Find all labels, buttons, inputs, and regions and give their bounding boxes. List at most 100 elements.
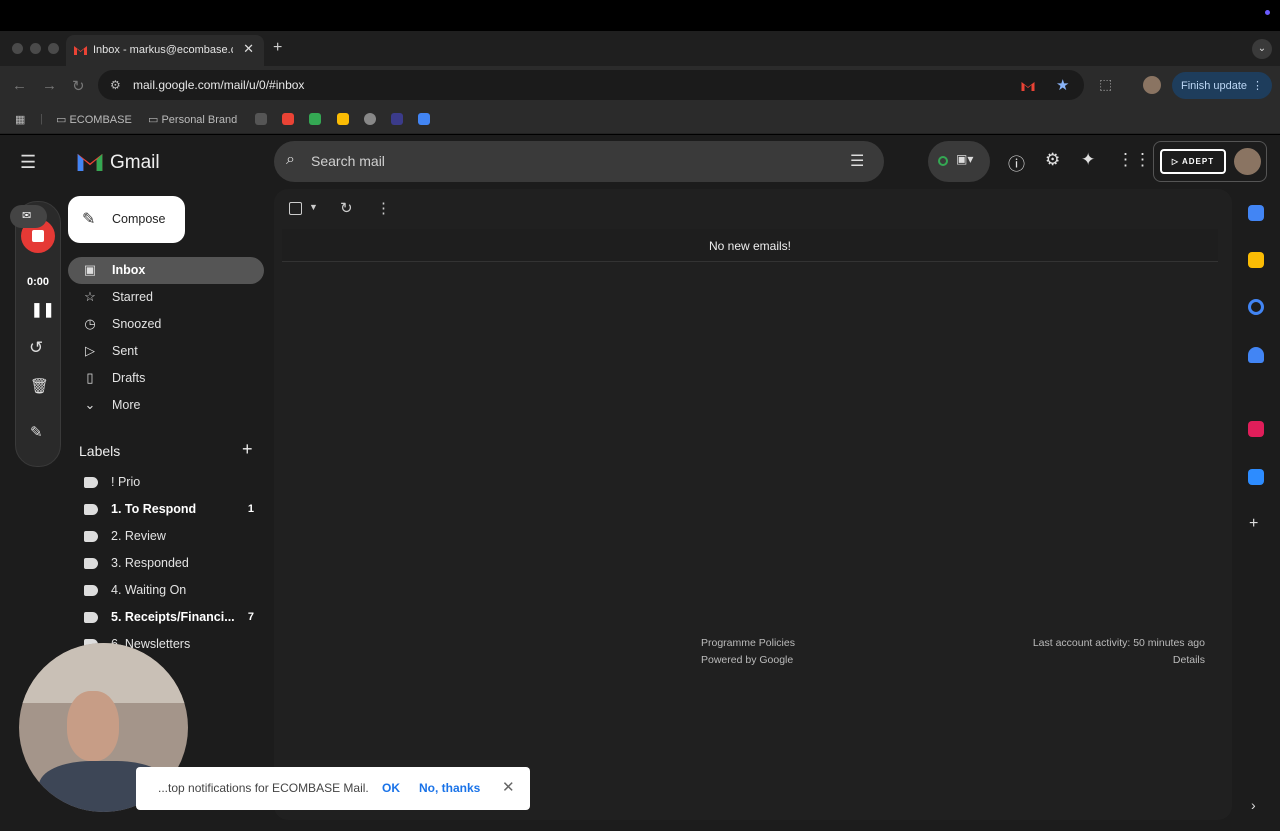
nav-drafts[interactable]: ▯ Drafts bbox=[68, 365, 264, 392]
notification-ok-button[interactable]: OK bbox=[382, 781, 400, 795]
bookmark-icon-7[interactable] bbox=[418, 113, 430, 125]
browser-tab-bar: Inbox - markus@ecombase.c ✕ + ⌄ bbox=[0, 31, 1280, 66]
mail-icon: ✉ bbox=[22, 210, 32, 222]
search-bar[interactable]: ⌕ Search mail ☰ bbox=[274, 141, 884, 182]
account-avatar[interactable] bbox=[1234, 148, 1261, 175]
gmail-app: ☰ Gmail ⌕ Search mail ☰ ▣▾ ⓘ ⚙ ✦ ⋮⋮ ▷ AD… bbox=[0, 135, 1280, 831]
nav-label: Snoozed bbox=[112, 317, 162, 331]
tab-search-icon[interactable]: ⌄ bbox=[1252, 39, 1272, 59]
site-info-icon[interactable]: ⚙ bbox=[110, 78, 121, 92]
gmail-extension-icon[interactable] bbox=[1021, 81, 1035, 91]
programme-policies-link[interactable]: Programme Policies bbox=[701, 637, 795, 649]
contacts-icon[interactable] bbox=[1248, 347, 1264, 363]
bookmark-ecombase[interactable]: ▭ ECOMBASE bbox=[56, 113, 132, 126]
window-minimize-dot[interactable] bbox=[30, 43, 41, 54]
label-item[interactable]: 3. Responded bbox=[80, 553, 260, 575]
details-link[interactable]: Details bbox=[1173, 654, 1205, 666]
profile-avatar[interactable] bbox=[1143, 76, 1161, 94]
label-item[interactable]: ! Prio bbox=[80, 472, 260, 494]
annotate-icon[interactable]: ✎ bbox=[30, 423, 43, 441]
address-bar[interactable]: ⚙ mail.google.com/mail/u/0/#inbox ★ bbox=[98, 70, 1084, 100]
label-count: 1 bbox=[247, 503, 254, 515]
browser-toolbar: ← → ↻ ⚙ mail.google.com/mail/u/0/#inbox … bbox=[0, 66, 1280, 105]
bookmark-star-icon[interactable]: ★ bbox=[1056, 76, 1069, 94]
gmail-logo-icon[interactable] bbox=[77, 152, 103, 171]
main-menu-icon[interactable]: ☰ bbox=[20, 152, 36, 173]
help-icon[interactable]: ⓘ bbox=[1008, 150, 1025, 175]
extensions-icon[interactable]: ⬚ bbox=[1099, 76, 1112, 93]
tab-close-icon[interactable]: ✕ bbox=[243, 41, 254, 57]
search-icon[interactable]: ⌕ bbox=[286, 151, 295, 169]
window-zoom-dot[interactable] bbox=[48, 43, 59, 54]
search-options-icon[interactable]: ☰ bbox=[850, 151, 864, 171]
tasks-icon[interactable] bbox=[1248, 299, 1264, 315]
nav-snoozed[interactable]: ◷ Snoozed bbox=[68, 311, 264, 338]
bookmark-gmail-icon[interactable] bbox=[282, 113, 294, 125]
stop-icon bbox=[32, 230, 44, 242]
bookmark-drive-icon[interactable] bbox=[337, 113, 349, 125]
clock-icon: ◷ bbox=[84, 316, 96, 331]
nav-inbox[interactable]: ▣ Inbox bbox=[68, 257, 264, 284]
back-icon[interactable]: ← bbox=[12, 77, 27, 94]
bookmark-icon-6[interactable] bbox=[391, 113, 403, 125]
label-name: 5. Receipts/Financi... bbox=[111, 610, 235, 624]
slack-icon[interactable] bbox=[1248, 421, 1264, 437]
label-tag-icon bbox=[84, 612, 98, 623]
nav-starred[interactable]: ☆ Starred bbox=[68, 284, 264, 311]
label-item[interactable]: 2. Review bbox=[80, 526, 260, 548]
add-addon-icon[interactable]: + bbox=[1249, 515, 1258, 533]
zoom-icon[interactable] bbox=[1248, 469, 1264, 485]
bookmark-icon-1[interactable] bbox=[255, 113, 267, 125]
settings-gear-icon[interactable]: ⚙ bbox=[1045, 150, 1060, 170]
compose-button[interactable]: ✎ Compose bbox=[68, 196, 185, 243]
screen-top-bar bbox=[0, 0, 1280, 31]
bookmarks-bar: ▦ | ▭ ECOMBASE ▭ Personal Brand bbox=[0, 105, 1280, 134]
nav-more[interactable]: ⌄ More bbox=[68, 392, 264, 419]
keep-icon[interactable] bbox=[1248, 252, 1264, 268]
bookmark-icon-5[interactable] bbox=[364, 113, 376, 125]
label-item[interactable]: 5. Receipts/Financi... 7 bbox=[80, 607, 260, 629]
finish-update-label: Finish update bbox=[1181, 80, 1248, 92]
more-options-icon[interactable]: ⋮ bbox=[376, 199, 391, 217]
gmail-logo-text: Gmail bbox=[110, 152, 160, 173]
label-tag-icon bbox=[84, 504, 98, 515]
recorder-mail-indicator[interactable]: ✉ bbox=[10, 205, 47, 228]
window-close-dot[interactable] bbox=[12, 43, 23, 54]
empty-inbox-row: No new emails! bbox=[282, 229, 1218, 262]
refresh-icon[interactable]: ↻ bbox=[340, 199, 353, 217]
label-name: ! Prio bbox=[111, 475, 141, 489]
new-tab-icon[interactable]: + bbox=[273, 39, 282, 57]
account-box[interactable]: ▷ ADEPT bbox=[1153, 141, 1267, 182]
label-item[interactable]: 4. Waiting On bbox=[80, 580, 260, 602]
url-text: mail.google.com/mail/u/0/#inbox bbox=[133, 78, 305, 92]
restart-icon[interactable]: ↺ bbox=[29, 338, 43, 358]
add-label-icon[interactable]: + bbox=[242, 439, 253, 460]
expand-panel-icon[interactable]: › bbox=[1251, 797, 1256, 813]
browser-tab-inbox[interactable]: Inbox - markus@ecombase.c ✕ bbox=[66, 35, 264, 66]
apps-grid-icon[interactable]: ⋮⋮ bbox=[1117, 150, 1151, 170]
file-icon: ▯ bbox=[86, 370, 94, 385]
bookmark-personal-brand[interactable]: ▭ Personal Brand bbox=[148, 113, 237, 126]
recorder-toolbar: 0:00 ❚❚ ↺ 🗑︎ ✎ bbox=[15, 201, 61, 467]
pause-icon[interactable]: ❚❚ bbox=[31, 301, 54, 318]
select-all-checkbox[interactable] bbox=[289, 202, 302, 215]
finish-update-button[interactable]: Finish update ⋮ bbox=[1172, 72, 1272, 99]
nav-sent[interactable]: ▷ Sent bbox=[68, 338, 264, 365]
nav-label: Starred bbox=[112, 290, 153, 304]
active-status-icon bbox=[938, 156, 948, 166]
apps-icon[interactable]: ▦ bbox=[15, 113, 25, 126]
reload-icon[interactable]: ↻ bbox=[72, 77, 85, 95]
calendar-icon[interactable] bbox=[1248, 205, 1264, 221]
trash-icon[interactable]: 🗑︎ bbox=[30, 377, 49, 395]
gemini-sparkle-icon[interactable]: ✦ bbox=[1081, 150, 1095, 170]
status-selector[interactable]: ▣▾ bbox=[928, 141, 990, 182]
notification-text: ...top notifications for ECOMBASE Mail. bbox=[158, 781, 369, 795]
bookmark-icon-3[interactable] bbox=[309, 113, 321, 125]
close-icon[interactable]: ✕ bbox=[502, 778, 515, 796]
select-dropdown-icon[interactable]: ▼ bbox=[309, 202, 318, 212]
search-placeholder: Search mail bbox=[311, 153, 385, 169]
notification-no-thanks-button[interactable]: No, thanks bbox=[419, 781, 480, 795]
forward-icon[interactable]: → bbox=[42, 77, 57, 94]
adept-logo: ▷ ADEPT bbox=[1160, 149, 1226, 174]
label-item[interactable]: 1. To Respond 1 bbox=[80, 499, 260, 521]
